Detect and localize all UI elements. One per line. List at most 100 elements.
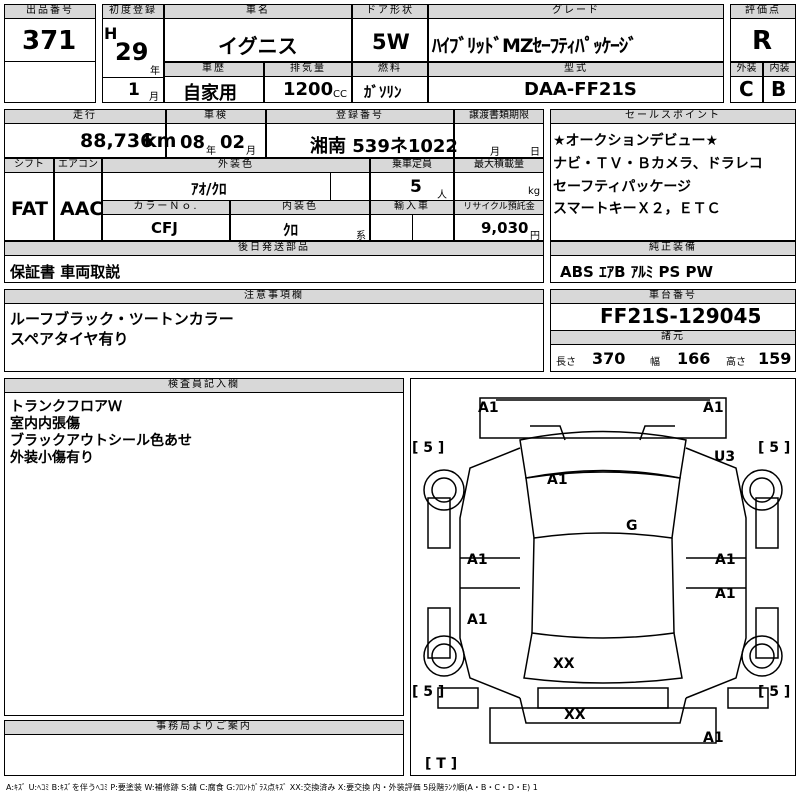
tire-front-right: [ 5 ] [758,440,791,456]
door-lines [460,557,746,589]
model-code-label: 型式 [428,62,724,77]
rear-window-detail [537,687,669,709]
equipment-value: ABS ｴｱB ｱﾙﾐ PS PW [560,263,714,281]
inspector-label: 検査員記入欄 [4,378,404,393]
displacement-unit: CC [333,89,347,100]
roof-sides [531,537,675,634]
specs-label: 諸元 [550,330,796,345]
displacement-label: 排気量 [264,62,352,77]
left-mirrors [427,497,451,659]
sales-points-label: セールスポイント [550,109,796,124]
aircon-value: AAC [60,198,104,220]
transfer-month-unit: 月 [490,147,500,158]
mark-rear-bumper-area: XX [564,707,586,723]
capacity-label: 乗車定員 [370,158,454,173]
lot-label: 出品番号 [4,4,96,19]
equipment-label: 純正装備 [550,241,796,256]
office-label: 事務局よりご案内 [4,720,404,735]
first-reg-month: 1 [128,80,140,100]
rear-glass [523,632,683,684]
door-value: 5W [372,30,410,54]
right-mirrors [755,497,779,659]
divider [412,214,413,241]
length-value: 370 [592,349,626,368]
tire-spare: [ T ] [425,756,458,772]
history-value: 自家用 [183,83,237,104]
max-load-label: 最大積載量 [454,158,544,173]
width-label: 幅 [650,357,660,368]
sales-point-line: セーフティパッケージ [553,179,692,195]
recycle-unit: 円 [530,231,540,242]
score-label: 評価点 [730,4,796,19]
import-label: 輸入車 [370,200,454,215]
width-value: 166 [677,349,711,368]
first-reg-label: 初度登録 [102,4,164,19]
grade-label: グレード [428,4,724,19]
mark-left-rear-door: A1 [467,612,488,628]
sales-point-line: スマートキーＸ２，ＥＴＣ [553,201,721,217]
inspection-label: 車検 [166,109,266,124]
history-label: 車歴 [164,62,264,77]
shift-label: シフト [4,158,54,173]
wheels [423,469,783,677]
mark-front-left: A1 [478,400,499,416]
right-body-outline [685,447,747,699]
inspection-year: 08 [180,132,206,153]
model-code-value: DAA-FF21S [524,79,637,100]
door-label: ドア形状 [352,4,428,19]
ext-color-value: ｱｵ/ｸﾛ [191,180,227,198]
color-no-value: CFJ [151,219,178,237]
first-reg-year-unit: 年 [150,66,160,77]
transfer-day-unit: 日 [530,147,540,158]
aircon-label: エアコン [54,158,102,173]
divider [330,172,331,201]
length-label: 長さ [556,357,576,368]
tire-front-left: [ 5 ] [412,440,445,456]
recycle-label: リサイクル預託金 [454,200,544,215]
int-color-value: ｸﾛ [283,221,299,239]
displacement-value: 1200 [283,79,334,100]
inspection-month-unit: 月 [246,146,256,157]
legend: A:ｷｽﾞ U:ﾍｺﾐ B:ｷｽﾞを伴うﾍｺﾐ P:要塗装 W:補修跡 S:錆 … [6,783,538,792]
chassis-label: 車台番号 [550,289,796,304]
notes-line: スペアタイヤ有り [10,330,129,348]
int-color-unit: 系 [356,231,366,242]
mark-right-front-door: A1 [715,552,736,568]
int-label: 内装 [763,62,796,77]
chassis-value: FF21S-129045 [600,304,762,328]
left-body-outline [459,447,521,699]
mark-left-front-door: A1 [467,552,488,568]
inspection-year-unit: 年 [206,146,216,157]
fuel-label: 燃料 [352,62,428,77]
later-parts-label: 後日発送部品 [4,241,544,256]
inspection-month: 02 [220,132,246,153]
tire-rear-right: [ 5 ] [758,684,791,700]
sales-point-line: ★オークションデビュー★ [553,133,719,149]
lot-number: 371 [22,26,77,56]
ext-label: 外装 [730,62,763,77]
mark-rear-right: A1 [703,730,724,746]
mark-rear-glass: XX [553,656,575,672]
mark-front-right: A1 [703,400,724,416]
notes-line: ルーフブラック・ツートンカラー [10,310,234,328]
mileage-value: 88,736 [80,130,154,152]
mileage-label: 走行 [4,109,166,124]
color-no-label: カラーＮｏ. [102,200,230,215]
ext-color-label: 外装色 [102,158,370,173]
int-color-label: 内装色 [230,200,370,215]
car-name-label: 車名 [164,4,352,19]
capacity-unit: 人 [437,190,447,201]
fuel-value: ｶﾞｿﾘﾝ [364,83,402,101]
inspector-line: 外装小傷有り [10,450,94,466]
tire-rear-left: [ 5 ] [412,684,445,700]
car-diagram [423,397,783,744]
notes-label: 注意事項欄 [4,289,544,304]
mark-right-rear-door: A1 [715,586,736,602]
transfer-label: 譲渡書類期限 [454,109,544,124]
shift-value: FAT [11,198,48,220]
car-name: イグニス [218,34,298,58]
int-color-cell [230,214,370,241]
grade-value: ﾊｲﾌﾞﾘｯﾄﾞMZｾｰﾌﾃｨﾊﾟｯｹｰｼﾞ [432,35,638,57]
recycle-value: 9,030 [481,219,529,237]
sales-point-line: ナビ・ＴＶ・Ｂカメラ、ドラレコ [553,156,763,172]
